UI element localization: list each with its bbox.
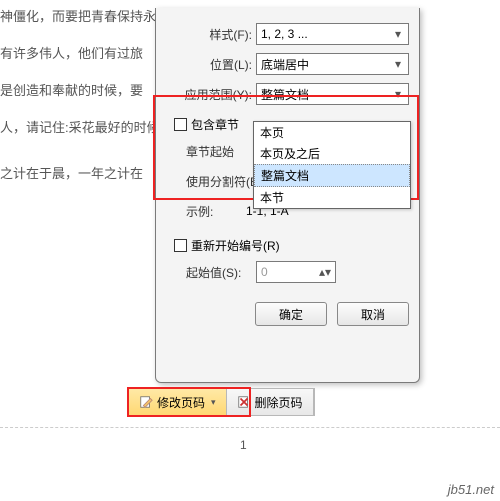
bg-text-2: 有许多伟人，他们有过旅 <box>0 43 143 62</box>
delete-page-number-button[interactable]: 删除页码 <box>227 389 314 415</box>
page-edit-icon <box>139 395 153 409</box>
dropdown-item-this-section[interactable]: 本节 <box>254 187 410 208</box>
scope-dropdown: 本页 本页及之后 整篇文档 本节 <box>253 121 411 209</box>
checkbox-box-icon <box>174 118 187 131</box>
cancel-button[interactable]: 取消 <box>337 302 409 326</box>
label-example: 示例: <box>186 203 246 220</box>
label-include-chapter: 包含章节 <box>191 116 239 133</box>
page-number: 1 <box>240 438 247 452</box>
ok-button[interactable]: 确定 <box>255 302 327 326</box>
label-format: 样式(F): <box>166 26 256 43</box>
chevron-down-icon: ▾ <box>211 397 216 408</box>
checkbox-box-icon <box>174 239 187 252</box>
label-start-at: 起始值(S): <box>186 264 256 281</box>
chevron-down-icon: ▾ <box>390 27 406 41</box>
modify-page-number-button[interactable]: 修改页码 ▾ <box>129 389 227 415</box>
label-chapter-start: 章节起始 <box>186 143 256 160</box>
spinner-start-at[interactable]: 0 ▴▾ <box>256 261 336 283</box>
combo-position-value: 底端居中 <box>261 56 309 73</box>
watermark: jb51.net <box>448 482 494 497</box>
combo-scope[interactable]: 整篇文档 ▾ <box>256 83 409 105</box>
dropdown-item-this-page[interactable]: 本页 <box>254 122 410 143</box>
page-break-line <box>0 427 500 428</box>
chevron-down-icon: ▾ <box>390 57 406 71</box>
label-scope: 应用范围(Y): <box>166 86 256 103</box>
label-restart: 重新开始编号(R) <box>191 237 280 254</box>
label-position: 位置(L): <box>166 56 256 73</box>
combo-position[interactable]: 底端居中 ▾ <box>256 53 409 75</box>
checkbox-restart[interactable]: 重新开始编号(R) <box>174 237 409 254</box>
bg-text-4: 人，请记住:采花最好的时候 <box>0 117 160 136</box>
modify-label: 修改页码 <box>157 394 205 411</box>
bg-text-3: 是创造和奉献的时候，要 <box>0 80 143 99</box>
combo-format[interactable]: 1, 2, 3 ... ▾ <box>256 23 409 45</box>
chevron-down-icon: ▾ <box>390 87 406 101</box>
page-delete-icon <box>237 395 251 409</box>
spinner-icon: ▴▾ <box>317 265 333 279</box>
start-at-value: 0 <box>261 265 268 279</box>
bg-text-5: 之计在于晨，一年之计在 <box>0 163 143 182</box>
delete-label: 删除页码 <box>255 394 303 411</box>
dropdown-item-whole-doc[interactable]: 整篇文档 <box>254 164 410 187</box>
combo-scope-value: 整篇文档 <box>261 86 309 103</box>
combo-format-value: 1, 2, 3 ... <box>261 27 308 41</box>
footer-toolbar: 修改页码 ▾ 删除页码 <box>128 388 315 416</box>
dropdown-item-this-page-after[interactable]: 本页及之后 <box>254 143 410 164</box>
